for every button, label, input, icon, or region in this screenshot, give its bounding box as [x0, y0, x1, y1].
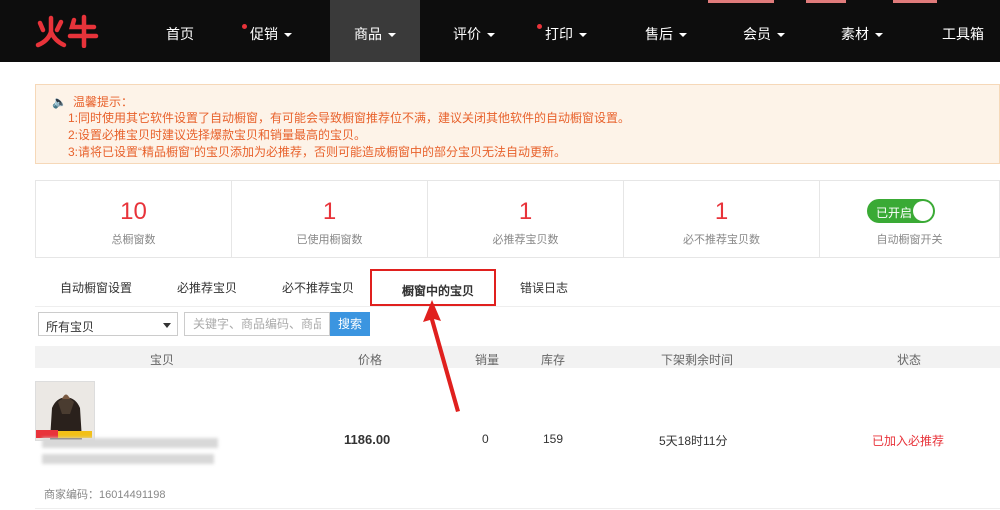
tip-line: 1:同时使用其它软件设置了自动橱窗，有可能会导致橱窗推荐位不满，建议关闭其他软件… — [68, 111, 631, 125]
nav-label: 会员 — [743, 26, 771, 42]
stat-auto-switch: 已开启 自动橱窗开关 — [820, 181, 999, 257]
stat-label: 已使用橱窗数 — [296, 234, 363, 246]
nav-home[interactable]: 首页 — [152, 0, 208, 62]
caret-down-icon — [875, 33, 883, 38]
tip-line: 3:请将已设置“精品橱窗”的宝贝添加为必推荐，否则可能造成橱窗中的部分宝贝无法自… — [68, 145, 567, 159]
stat-label: 总橱窗数 — [111, 234, 156, 246]
nav-label: 促销 — [250, 26, 278, 42]
table-header: 宝贝 价格 销量 库存 下架剩余时间 状态 — [35, 346, 1000, 368]
search-button[interactable]: 搜索 — [330, 312, 370, 336]
stat-label: 自动橱窗开关 — [876, 234, 943, 246]
caret-down-icon — [579, 33, 587, 38]
remaining-time-cell: 5天18时11分 — [659, 434, 728, 448]
tip-line: 2:设置必推宝贝时建议选择爆款宝贝和销量最高的宝贝。 — [68, 128, 367, 142]
stats-panel: 10 总橱窗数 1 已使用橱窗数 1 必推荐宝贝数 1 必不推荐宝贝数 已开启 … — [35, 180, 1000, 258]
nav-label: 商品 — [354, 26, 382, 42]
stat-value: 1 — [322, 198, 337, 225]
price-cell: 1186.00 — [344, 432, 391, 447]
tab-must-recommend[interactable]: 必推荐宝贝 — [177, 279, 237, 296]
nav-label: 评价 — [453, 26, 481, 42]
stat-total-windows: 10 总橱窗数 — [36, 181, 232, 257]
caret-down-icon — [679, 33, 687, 38]
stat-never-recommend: 1 必不推荐宝贝数 — [624, 181, 820, 257]
top-nav: 火牛 首页 促销 商品 评价 打印 售后 会员 素材 工具箱 — [0, 0, 1000, 62]
nav-label: 售后 — [645, 26, 673, 42]
blurred-product-title — [42, 438, 218, 448]
col-stock: 库存 — [541, 353, 566, 367]
stock-cell: 159 — [543, 432, 564, 446]
search-input[interactable] — [184, 312, 330, 336]
stat-value: 1 — [714, 198, 729, 225]
product-thumbnail[interactable] — [35, 381, 95, 441]
sales-cell: 0 — [482, 432, 489, 446]
nav-products[interactable]: 商品 — [330, 0, 420, 62]
stat-value: 10 — [120, 198, 147, 225]
logo-text: 火牛 — [34, 46, 36, 48]
brand-logo[interactable]: 火牛 — [34, 14, 100, 48]
nav-print[interactable]: 打印 — [530, 0, 602, 62]
nav-promotion[interactable]: 促销 — [235, 0, 307, 62]
jacket-image — [36, 382, 94, 440]
speaker-icon: 🔈 — [52, 95, 67, 109]
tip-title-text: 温馨提示： — [72, 95, 133, 109]
item-filter-select[interactable]: 所有宝贝 — [38, 312, 178, 336]
tab-divider — [35, 306, 1000, 307]
tab-never-recommend[interactable]: 必不推荐宝贝 — [282, 279, 354, 296]
nav-label: 工具箱 — [942, 26, 984, 42]
row-divider — [35, 508, 1000, 509]
nav-label: 首页 — [166, 26, 194, 42]
nav-materials[interactable]: 素材 — [826, 0, 898, 62]
nav-toolbox[interactable]: 工具箱 — [930, 0, 996, 62]
stat-label: 必不推荐宝贝数 — [683, 234, 760, 246]
col-item: 宝贝 — [150, 353, 175, 367]
stat-value: 1 — [518, 198, 533, 225]
nav-label: 素材 — [841, 26, 869, 42]
blurred-product-title — [42, 454, 214, 464]
caret-down-icon — [284, 33, 292, 38]
caret-down-icon — [388, 33, 396, 38]
annotation-arrow — [423, 300, 460, 412]
tab-auto-window-settings[interactable]: 自动橱窗设置 — [60, 279, 132, 296]
toggle-knob — [913, 201, 933, 221]
tip-title: 🔈 温馨提示： — [52, 93, 133, 110]
col-remaining-time: 下架剩余时间 — [661, 353, 734, 367]
chevron-down-icon — [163, 323, 171, 328]
stat-must-recommend: 1 必推荐宝贝数 — [428, 181, 624, 257]
nav-reviews[interactable]: 评价 — [438, 0, 510, 62]
tab-error-log[interactable]: 错误日志 — [520, 279, 568, 296]
col-sales: 销量 — [475, 353, 500, 367]
nav-aftersales[interactable]: 售后 — [630, 0, 702, 62]
nav-members[interactable]: 会员 — [728, 0, 800, 62]
stat-used-windows: 1 已使用橱窗数 — [232, 181, 428, 257]
stat-label: 必推荐宝贝数 — [492, 234, 559, 246]
nav-label: 打印 — [545, 26, 573, 42]
toggle-state-label: 已开启 — [876, 206, 913, 220]
col-price: 价格 — [358, 353, 383, 367]
auto-window-toggle[interactable]: 已开启 — [867, 199, 935, 223]
col-status: 状态 — [897, 353, 922, 367]
caret-down-icon — [487, 33, 495, 38]
merchant-code: 商家编码：16014491198 — [44, 489, 166, 501]
select-value: 所有宝贝 — [46, 320, 95, 334]
status-cell[interactable]: 已加入必推荐 — [872, 432, 944, 449]
notification-dot — [537, 24, 542, 29]
notification-dot — [242, 24, 247, 29]
caret-down-icon — [777, 33, 785, 38]
tip-box: 🔈 温馨提示： 1:同时使用其它软件设置了自动橱窗，有可能会导致橱窗推荐位不满，建… — [35, 84, 1000, 164]
